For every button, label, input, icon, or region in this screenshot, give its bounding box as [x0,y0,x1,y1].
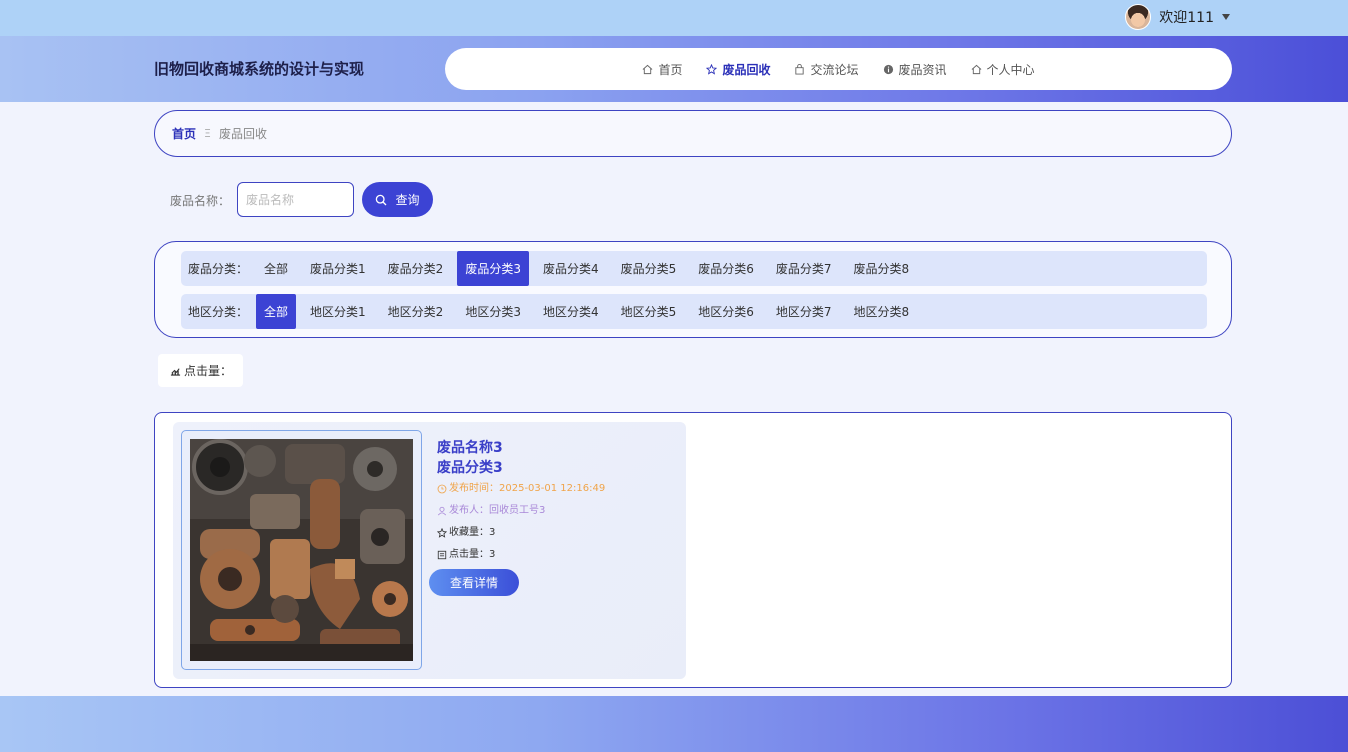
nav-recycle[interactable]: 废品回收 [694,48,782,90]
item-clicks-text: 点击量：3 [449,549,496,560]
category-option[interactable]: 废品分类5 [613,251,685,286]
site-title: 旧物回收商城系统的设计与实现 [154,60,365,78]
breadcrumb-current: 废品回收 [218,127,267,141]
category-filter-label: 废品分类： [188,262,249,276]
scrap-metal-image [190,439,413,661]
clock-icon [437,484,447,494]
region-option[interactable]: 地区分类2 [380,294,452,329]
info-icon [883,64,893,74]
search-label: 废品名称： [170,194,231,208]
category-option[interactable]: 废品分类6 [690,251,762,286]
breadcrumb-separator: Ξ [204,127,211,140]
item-name[interactable]: 废品名称3 [437,438,605,458]
search-button[interactable]: 查询 [362,182,433,217]
nav-profile-label: 个人中心 [986,62,1035,77]
item-publisher: 发布人：回收员工号3 [437,500,605,522]
region-option[interactable]: 地区分类5 [613,294,685,329]
region-option[interactable]: 地区分类6 [690,294,762,329]
category-option[interactable]: 废品分类2 [380,251,452,286]
item-favorites: 收藏量：3 [437,522,605,544]
search-button-label: 查询 [395,193,420,207]
item-favorites-text: 收藏量：3 [449,527,496,538]
category-option[interactable]: 废品分类7 [768,251,840,286]
nav-recycle-label: 废品回收 [722,62,771,77]
nav-forum[interactable]: 交流论坛 [782,48,870,90]
category-option[interactable]: 废品分类8 [846,251,918,286]
item-time-text: 发布时间：2025-03-01 12:16:49 [449,483,606,494]
region-option[interactable]: 地区分类1 [302,294,374,329]
item-list: 废品名称3 废品分类3 发布时间：2025-03-01 12:16:49 发布人… [154,412,1232,688]
nav-home-label: 首页 [658,62,683,77]
nav-forum-label: 交流论坛 [810,62,859,77]
item-time: 发布时间：2025-03-01 12:16:49 [437,478,605,500]
region-filter-label: 地区分类： [188,305,249,319]
category-option[interactable]: 全部 [256,251,296,286]
region-option[interactable]: 地区分类8 [846,294,918,329]
search-input[interactable] [237,182,354,217]
main-nav: 首页 废品回收 交流论坛 废品资讯 个人中心 [445,48,1232,90]
sort-by-clicks-button[interactable]: 点击量： [158,354,243,387]
caret-down-icon[interactable] [1222,14,1230,20]
star-icon [706,63,718,75]
breadcrumb: 首页 Ξ 废品回收 [154,110,1232,157]
search-icon [376,194,387,205]
region-option[interactable]: 地区分类7 [768,294,840,329]
user-menu[interactable]: 欢迎111 [1125,3,1230,31]
bag-icon [795,63,805,75]
user-avatar[interactable] [1125,4,1152,30]
breadcrumb-home[interactable]: 首页 [172,125,196,142]
item-image-frame[interactable] [181,430,422,670]
sort-label: 点击量： [184,364,233,378]
home-icon [971,64,981,74]
region-option-selected[interactable]: 全部 [256,294,297,329]
category-option-selected[interactable]: 废品分类3 [457,251,529,286]
top-bar: 欢迎111 [0,0,1348,36]
header: 旧物回收商城系统的设计与实现 首页 废品回收 交流论坛 废品资讯 个人中心 [0,36,1348,102]
nav-profile[interactable]: 个人中心 [959,48,1047,90]
user-icon [437,506,447,516]
chart-icon [170,368,181,376]
item-card[interactable]: 废品名称3 废品分类3 发布时间：2025-03-01 12:16:49 发布人… [173,422,686,679]
view-details-button[interactable]: 查看详情 [429,569,519,596]
star-icon [437,528,447,538]
region-option[interactable]: 地区分类4 [535,294,607,329]
nav-news-label: 废品资讯 [898,62,947,77]
item-clicks: 点击量：3 [437,544,605,566]
category-filter-row: 废品分类： 全部 废品分类1 废品分类2 废品分类3 废品分类4 废品分类5 废… [181,251,1207,286]
home-icon [643,64,653,74]
category-option[interactable]: 废品分类4 [535,251,607,286]
item-info: 废品名称3 废品分类3 发布时间：2025-03-01 12:16:49 发布人… [437,438,605,566]
category-option[interactable]: 废品分类1 [302,251,374,286]
item-publisher-text: 发布人：回收员工号3 [449,505,546,516]
item-category: 废品分类3 [437,460,503,476]
nav-news[interactable]: 废品资讯 [871,48,959,90]
user-greeting[interactable]: 欢迎111 [1159,7,1214,27]
document-icon [437,550,447,560]
filter-panel: 废品分类： 全部 废品分类1 废品分类2 废品分类3 废品分类4 废品分类5 废… [154,241,1232,338]
region-option[interactable]: 地区分类3 [457,294,529,329]
footer [0,696,1348,752]
nav-home[interactable]: 首页 [630,48,694,90]
region-filter-row: 地区分类： 全部 地区分类1 地区分类2 地区分类3 地区分类4 地区分类5 地… [181,294,1207,329]
